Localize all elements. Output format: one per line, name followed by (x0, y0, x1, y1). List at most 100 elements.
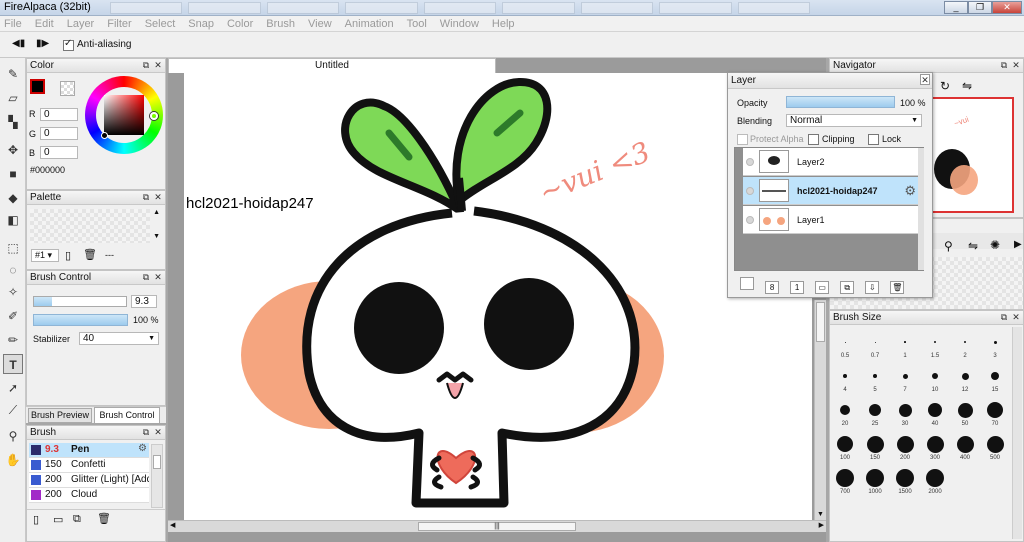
close-icon[interactable]: ✕ (920, 74, 930, 85)
flip-icon[interactable]: ⇋ (962, 79, 972, 93)
brush-size-option[interactable]: 25 (862, 399, 888, 431)
visibility-icon[interactable] (746, 216, 754, 224)
magic-wand-icon[interactable]: ✧ (3, 282, 23, 302)
close-icon[interactable]: ✕ (153, 272, 163, 283)
hue-marker[interactable] (150, 112, 158, 120)
new-folder-icon[interactable]: ▭ (815, 281, 830, 294)
eraser-tool-icon[interactable]: ▱ (3, 88, 23, 108)
select-pen-icon[interactable]: ✐ (3, 306, 23, 326)
brush-size-option[interactable]: 1500 (892, 467, 918, 499)
brush-size-option[interactable]: 4 (832, 365, 858, 397)
vertical-scrollbar[interactable]: ▼ (814, 300, 826, 520)
select-eraser-icon[interactable]: ✏ (3, 330, 23, 350)
delete-palette-icon[interactable]: 🗑 (83, 248, 97, 261)
brush-list-item[interactable]: 200 Glitter (Light) [Add] (29, 473, 149, 488)
scroll-right-icon[interactable]: ▶ (1014, 239, 1022, 250)
scroll-down-icon[interactable]: ▼ (817, 511, 824, 518)
brush-size-option[interactable]: 300 (922, 433, 948, 465)
new-brush-icon[interactable]: ▯ (33, 513, 39, 526)
g-field[interactable]: 0 (40, 127, 78, 140)
brush-size-option[interactable]: 1 (892, 331, 918, 363)
horizontal-scrollbar[interactable]: ◀ ||| ▶ (168, 520, 826, 532)
close-icon[interactable]: ✕ (153, 192, 163, 203)
menu-item-animation[interactable]: Animation (345, 18, 394, 30)
hue-wheel[interactable] (85, 76, 163, 154)
brush-size-option[interactable]: 40 (922, 399, 948, 431)
move-tool-icon[interactable]: ✥ (3, 140, 23, 160)
brush-size-option[interactable]: 20 (832, 399, 858, 431)
duplicate-brush-icon[interactable]: ⧉ (73, 513, 81, 526)
lock-checkbox[interactable] (868, 133, 879, 145)
menu-item-layer[interactable]: Layer (67, 18, 95, 30)
mirror-icon[interactable]: ⇋ (968, 239, 978, 253)
float-icon[interactable]: ⧉ (999, 60, 1009, 71)
stabilizer-select[interactable]: 40 ▼ (79, 332, 159, 345)
anti-aliasing-checkbox[interactable] (63, 38, 74, 51)
document-canvas[interactable]: ~vui <3 hcl2021-hoidap247 (184, 73, 812, 520)
horizontal-scroll-thumb[interactable]: ||| (418, 522, 576, 531)
visibility-icon[interactable] (746, 187, 754, 195)
menu-item-view[interactable]: View (308, 18, 332, 30)
brush-list-item[interactable]: 9.3 Pen ⚙ (29, 443, 149, 458)
prev-frame-icon[interactable]: ◀▮ (12, 38, 25, 49)
tab-brush-preview[interactable]: Brush Preview (28, 408, 92, 423)
float-icon[interactable]: ⧉ (141, 192, 151, 203)
menu-item-filter[interactable]: Filter (107, 18, 131, 30)
close-icon[interactable]: ✕ (153, 60, 163, 71)
brush-size-option[interactable]: 7 (892, 365, 918, 397)
hand-tool-icon[interactable]: ✋ (3, 450, 23, 470)
menu-item-select[interactable]: Select (145, 18, 176, 30)
close-icon[interactable]: ✕ (1011, 312, 1021, 323)
bucket-tool-icon[interactable]: ◆ (3, 188, 23, 208)
eyedropper-icon[interactable]: ⚲ (944, 239, 953, 253)
menu-item-brush[interactable]: Brush (266, 18, 295, 30)
next-frame-icon[interactable]: ▮▶ (36, 38, 49, 49)
visibility-icon[interactable] (746, 158, 754, 166)
brush-opacity-slider[interactable] (33, 314, 128, 326)
brush-size-option[interactable]: 3 (982, 331, 1008, 363)
operation-tool-icon[interactable]: ➚ (3, 378, 23, 398)
brush-size-option[interactable]: 500 (982, 433, 1008, 465)
float-icon[interactable]: ⧉ (999, 312, 1009, 323)
tab-brush-control[interactable]: Brush Control (94, 407, 160, 423)
menu-item-edit[interactable]: Edit (35, 18, 54, 30)
new-layer-icon[interactable] (740, 277, 754, 290)
open-folder-icon[interactable]: ▭ (53, 513, 63, 526)
brush-size-option[interactable]: 2000 (922, 467, 948, 499)
scroll-down-icon[interactable]: ▼ (153, 233, 160, 240)
float-icon[interactable]: ⧉ (141, 60, 151, 71)
layer-opacity-slider[interactable] (786, 96, 895, 108)
blending-select[interactable]: Normal ▼ (786, 114, 922, 127)
brush-size-option[interactable]: 700 (832, 467, 858, 499)
dot-pen-tool-icon[interactable]: ▚ (3, 112, 23, 132)
delete-brush-icon[interactable]: 🗑 (97, 512, 111, 525)
gear-icon[interactable]: ⚙ (904, 183, 916, 199)
brush-size-option[interactable]: 0.5 (832, 331, 858, 363)
new-1bit-layer-icon[interactable]: 1 (790, 281, 805, 294)
brush-list-item[interactable]: 200 Cloud (29, 488, 149, 503)
brush-size-option[interactable]: 10 (922, 365, 948, 397)
document-tab[interactable]: Untitled (168, 58, 496, 73)
brush-size-scrollbar[interactable] (1012, 327, 1022, 539)
rotate-icon[interactable]: ↻ (940, 79, 950, 93)
foreground-color-swatch[interactable] (30, 79, 45, 94)
layer-list-scrollbar[interactable] (918, 148, 924, 270)
menu-item-file[interactable]: File (4, 18, 22, 30)
scroll-up-icon[interactable]: ▲ (153, 209, 160, 216)
close-icon[interactable]: ✕ (1011, 60, 1021, 71)
menu-item-help[interactable]: Help (492, 18, 515, 30)
text-tool-icon[interactable]: T (3, 354, 23, 374)
scroll-right-icon[interactable]: ▶ (819, 521, 824, 529)
brush-size-option[interactable]: 100 (832, 433, 858, 465)
background-color-swatch[interactable] (60, 81, 75, 96)
palette-set-select[interactable]: #1 ▾ (31, 249, 59, 262)
layer-row-selected[interactable]: hcl2021-hoidap247 ⚙ (743, 177, 918, 205)
vertical-scroll-thumb[interactable] (816, 302, 825, 342)
brush-size-option[interactable]: 15 (982, 365, 1008, 397)
layer-row[interactable]: Layer1 (743, 206, 918, 234)
brush-size-option[interactable]: 50 (952, 399, 978, 431)
brush-size-option[interactable]: 70 (982, 399, 1008, 431)
brush-size-option[interactable]: 12 (952, 365, 978, 397)
clipping-checkbox[interactable] (808, 133, 819, 145)
close-icon[interactable]: ✕ (153, 427, 163, 438)
